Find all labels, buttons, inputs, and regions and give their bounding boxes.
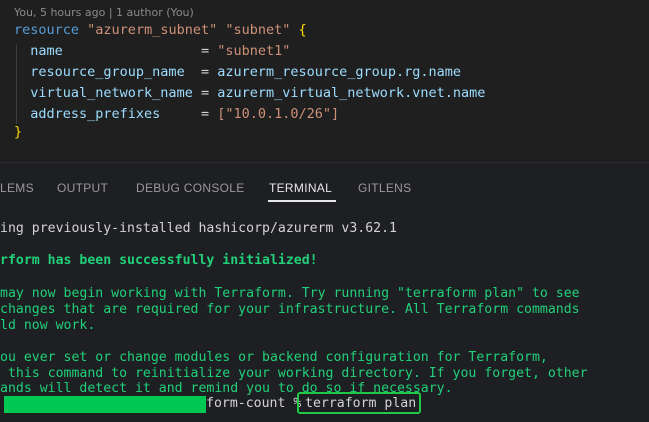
assign: = bbox=[184, 64, 218, 80]
assign: = bbox=[160, 106, 218, 122]
terminal-line: this command to reinitialize your workin… bbox=[0, 366, 588, 381]
assign: = bbox=[62, 43, 218, 59]
attr-resource-group-name: resource_group_name bbox=[30, 64, 185, 80]
redacted-prompt bbox=[4, 396, 206, 413]
open-brace: { bbox=[298, 22, 307, 38]
value-virtual-network-name: azurerm_virtual_network.vnet.name bbox=[217, 85, 486, 101]
panel-tab-bar: LEMS OUTPUT DEBUG CONSOLE TERMINAL GITLE… bbox=[0, 162, 649, 203]
resource-type-string: "azurerm_subnet" bbox=[87, 22, 218, 38]
terminal-line: ou ever set or change modules or backend… bbox=[0, 350, 548, 365]
value-address-prefixes: ["10.0.1.0/26"] bbox=[217, 106, 340, 122]
assign: = bbox=[192, 85, 218, 101]
code-line-2: name = "subnet1" bbox=[14, 43, 290, 59]
terminal-line: changes that are required for your infra… bbox=[0, 302, 580, 317]
code-line-4: virtual_network_name = azurerm_virtual_n… bbox=[14, 85, 485, 101]
tab-problems[interactable]: LEMS bbox=[0, 181, 34, 195]
tab-terminal[interactable]: TERMINAL bbox=[269, 181, 332, 195]
git-blame-annotation: You, 5 hours ago | 1 author (You) bbox=[14, 6, 194, 19]
command-highlight-box bbox=[297, 392, 421, 414]
terminal-prompt: form-count % bbox=[206, 396, 310, 411]
resource-name-string: "subnet" bbox=[225, 22, 291, 38]
value-resource-group-name: azurerm_resource_group.rg.name bbox=[217, 64, 462, 80]
terminal-line: may now begin working with Terraform. Tr… bbox=[0, 286, 580, 301]
terminal-line-success: rform has been successfully initialized! bbox=[0, 253, 318, 268]
code-line-6: } bbox=[14, 124, 22, 140]
code-line-1: resource "azurerm_subnet" "subnet" { bbox=[14, 22, 307, 38]
attr-name: name bbox=[30, 43, 63, 59]
terminal-line: ing previously-installed hashicorp/azure… bbox=[0, 221, 397, 236]
close-brace: } bbox=[14, 124, 23, 140]
terminal-line: ld now work. bbox=[0, 318, 96, 333]
code-editor[interactable]: You, 5 hours ago | 1 author (You) resour… bbox=[0, 0, 649, 162]
code-line-5: address_prefixes = ["10.0.1.0/26"] bbox=[14, 106, 339, 122]
value-name: "subnet1" bbox=[217, 43, 291, 59]
attr-address-prefixes: address_prefixes bbox=[30, 106, 161, 122]
keyword-resource: resource bbox=[14, 22, 80, 38]
code-line-3: resource_group_name = azurerm_resource_g… bbox=[14, 64, 461, 80]
tab-gitlens[interactable]: GITLENS bbox=[358, 181, 411, 195]
attr-virtual-network-name: virtual_network_name bbox=[30, 85, 193, 101]
tab-output[interactable]: OUTPUT bbox=[57, 181, 108, 195]
tab-debug-console[interactable]: DEBUG CONSOLE bbox=[136, 181, 245, 195]
active-tab-indicator bbox=[268, 200, 336, 202]
